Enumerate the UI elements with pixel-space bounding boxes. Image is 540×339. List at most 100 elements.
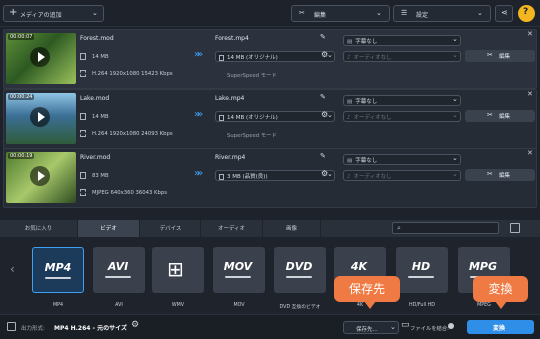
file-row[interactable]: 00:00:19 River.mod 83 MB MJPEG 640x360 3… xyxy=(3,148,537,208)
output-format-value[interactable]: MP4 H.264 - 元のサイズ xyxy=(54,323,127,332)
file-row[interactable]: 00:00:24 Lake.mod 14 MB H.264 1920x1080 … xyxy=(3,89,537,149)
format-card[interactable]: ⊞ xyxy=(152,247,204,293)
chevron-down-icon: ⌄ xyxy=(452,154,458,162)
subtitle-dropdown[interactable]: ▤ 字幕なし ⌄ xyxy=(343,154,461,165)
settings-button[interactable]: ☰ 設定 ⌄ xyxy=(393,5,491,22)
save-to-dropdown[interactable]: 保存先... ⌄ xyxy=(343,321,399,334)
video-thumbnail[interactable]: 00:00:19 xyxy=(6,152,76,203)
superspeed-label: SuperSpeed モード xyxy=(227,133,277,139)
file-icon xyxy=(80,172,86,179)
close-icon[interactable]: ✕ xyxy=(527,30,533,38)
save-to-label: 保存先... xyxy=(356,327,378,333)
play-icon[interactable] xyxy=(30,107,50,127)
settings-label: 設定 xyxy=(416,12,429,19)
help-button[interactable]: ? xyxy=(518,5,535,22)
search-icon: ⌕ xyxy=(397,224,401,232)
format-card[interactable]: MOV xyxy=(213,247,265,293)
format-label: MOV xyxy=(233,303,245,308)
subtitle-value: 字幕なし xyxy=(355,39,378,45)
format-card[interactable]: DVD xyxy=(274,247,326,293)
subtitle-icon: ▤ xyxy=(347,39,353,45)
format-search-box[interactable]: ⌕ xyxy=(392,222,499,234)
output-file-name[interactable]: Lake.mp4 xyxy=(215,95,244,102)
video-thumbnail[interactable]: 00:00:24 xyxy=(6,93,76,144)
audio-icon: ♪ xyxy=(347,115,351,121)
edit-file-button[interactable]: ✂ 編集 xyxy=(465,110,535,122)
tab-images[interactable]: 画像 xyxy=(263,220,321,237)
windows-logo-icon: ⊞ xyxy=(167,257,184,281)
gear-icon[interactable]: ⚙ xyxy=(321,110,328,119)
convert-button[interactable]: 変換 xyxy=(467,320,534,334)
file-icon xyxy=(80,113,86,120)
subtitle-dropdown[interactable]: ▤ 字幕なし ⌄ xyxy=(343,35,461,46)
audio-dropdown[interactable]: ♪ オーディオなし ⌄ xyxy=(343,170,461,181)
edit-label: 編集 xyxy=(499,173,511,179)
add-media-button[interactable]: + メディアの追加 ⌄ xyxy=(3,5,104,22)
source-file-size: 83 MB xyxy=(92,173,109,179)
edit-file-button[interactable]: ✂ 編集 xyxy=(465,50,535,62)
file-row[interactable]: 00:00:07 Forest.mod 14 MB H.264 1920x108… xyxy=(3,29,537,89)
folder-icon[interactable]: ▭ xyxy=(401,320,410,330)
file-icon xyxy=(219,114,224,121)
edit-label: 編集 xyxy=(499,114,511,120)
tools-icon: ✂ xyxy=(487,111,493,119)
format-logo-underline xyxy=(408,276,434,278)
output-file-name[interactable]: Forest.mp4 xyxy=(215,35,249,42)
format-logo: MPG xyxy=(468,260,498,273)
format-label: HD/Full HD xyxy=(409,303,435,308)
sliders-icon: ☰ xyxy=(401,9,408,17)
help-icon: ? xyxy=(523,7,529,17)
tab-devices[interactable]: デバイス xyxy=(141,220,201,237)
edit-button[interactable]: ✂ 編集 ⌄ xyxy=(291,5,390,22)
format-card[interactable]: HD xyxy=(396,247,448,293)
tab-audio[interactable]: オーディオ xyxy=(201,220,263,237)
toolbar: + メディアの追加 ⌄ ✂ 編集 ⌄ ☰ 設定 ⌄ ⋖ ? xyxy=(0,0,540,27)
play-icon[interactable] xyxy=(30,166,50,186)
audio-value: オーディオなし xyxy=(353,115,392,121)
pencil-icon[interactable]: ✎ xyxy=(320,152,326,160)
share-icon: ⋖ xyxy=(501,8,508,17)
source-file-name: Forest.mod xyxy=(80,35,114,42)
output-size-dropdown[interactable]: 14 MB (オリジナル) ⌄ xyxy=(215,111,335,122)
pencil-icon[interactable]: ✎ xyxy=(320,33,326,41)
output-size: 14 MB (オリジナル) xyxy=(227,55,278,61)
export-icon[interactable] xyxy=(510,223,520,233)
subtitle-dropdown[interactable]: ▤ 字幕なし ⌄ xyxy=(343,95,461,106)
convert-label: 変換 xyxy=(493,325,506,332)
chevron-left-icon[interactable]: ‹ xyxy=(10,262,15,276)
gear-icon[interactable]: ⚙ xyxy=(131,320,139,330)
arrow-right-icon: »» xyxy=(194,168,203,179)
source-file-name: River.mod xyxy=(80,154,111,161)
source-file-size: 14 MB xyxy=(92,54,109,60)
format-card[interactable]: AVI xyxy=(93,247,145,293)
audio-value: オーディオなし xyxy=(353,174,392,180)
chevron-down-icon: ⌄ xyxy=(452,170,458,178)
gear-icon[interactable]: ⚙ xyxy=(321,169,328,178)
gear-icon[interactable]: ⚙ xyxy=(321,50,328,59)
source-file-info: MJPEG 640x360 36043 Kbps xyxy=(92,190,167,196)
edit-file-button[interactable]: ✂ 編集 xyxy=(465,169,535,181)
pencil-icon[interactable]: ✎ xyxy=(320,93,326,101)
subtitle-icon: ▤ xyxy=(347,158,353,164)
tab-video[interactable]: ビデオ xyxy=(78,220,140,237)
audio-dropdown[interactable]: ♪ オーディオなし ⌄ xyxy=(343,51,461,62)
save-callout: 保存先 xyxy=(334,276,400,302)
share-button[interactable]: ⋖ xyxy=(495,5,513,22)
format-label: 4K xyxy=(356,303,364,308)
duration-label: 00:00:07 xyxy=(8,34,35,40)
format-card[interactable]: MP4 xyxy=(32,247,84,293)
tab-favorites[interactable]: お気に入り xyxy=(0,220,78,237)
play-icon[interactable] xyxy=(30,47,50,67)
audio-dropdown[interactable]: ♪ オーディオなし ⌄ xyxy=(343,111,461,122)
file-icon xyxy=(219,54,224,61)
output-size: 14 MB (オリジナル) xyxy=(227,115,278,121)
edit-label: 編集 xyxy=(499,54,511,60)
output-size-dropdown[interactable]: 3 MB (品質(良)) ⌄ xyxy=(215,170,335,181)
output-file-name[interactable]: River.mp4 xyxy=(215,154,245,161)
output-size-dropdown[interactable]: 14 MB (オリジナル) ⌄ xyxy=(215,51,335,62)
close-icon[interactable]: ✕ xyxy=(527,149,533,157)
close-icon[interactable]: ✕ xyxy=(527,90,533,98)
video-thumbnail[interactable]: 00:00:07 xyxy=(6,33,76,84)
film-icon xyxy=(80,130,86,137)
merge-toggle[interactable] xyxy=(448,323,454,329)
